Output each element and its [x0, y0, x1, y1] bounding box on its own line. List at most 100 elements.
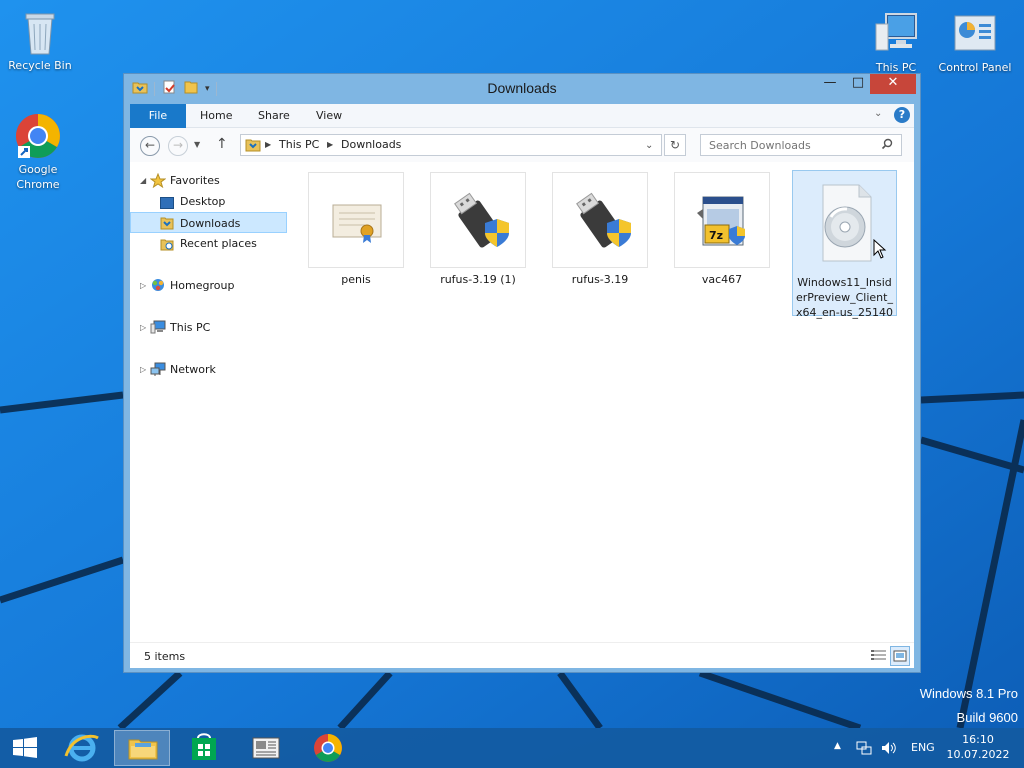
nav-homegroup-label: Homegroup — [170, 279, 235, 292]
7zip-installer-icon: 7z — [674, 172, 770, 268]
close-button[interactable]: ✕ — [870, 74, 916, 94]
file-name: vac467 — [701, 273, 743, 286]
nav-this-pc-label: This PC — [170, 321, 211, 334]
news-taskbar-button[interactable] — [238, 730, 294, 766]
nav-network[interactable]: ▷ Network — [130, 359, 287, 380]
address-bar[interactable]: ▶ This PC ▶ Downloads ⌄ — [240, 134, 662, 156]
mouse-cursor-icon — [873, 238, 887, 262]
store-taskbar-button[interactable] — [176, 730, 232, 766]
up-button[interactable]: ↑ — [216, 136, 228, 152]
windows-build-watermark: Build 9600 — [956, 710, 1018, 725]
recycle-bin-icon — [16, 8, 64, 56]
tab-home[interactable]: Home — [188, 104, 244, 128]
tab-share[interactable]: Share — [246, 104, 302, 128]
expand-arrow-icon[interactable]: ▷ — [140, 359, 146, 380]
address-dropdown-icon[interactable]: ⌄ — [645, 140, 653, 151]
this-pc-icon — [150, 320, 166, 334]
breadcrumb-downloads[interactable]: Downloads — [341, 138, 401, 151]
search-icon[interactable] — [881, 138, 893, 153]
nav-desktop[interactable]: Desktop — [130, 191, 287, 212]
recent-places-icon — [160, 237, 174, 251]
chrome-icon — [314, 734, 342, 762]
file-name-line: x64_en-us_25140 — [796, 306, 893, 319]
homegroup-icon — [150, 278, 164, 291]
nav-favorites[interactable]: ◢ Favorites — [130, 170, 287, 191]
downloads-icon — [160, 216, 174, 230]
ribbon-tabs: File Home Share View ⌄ ? — [130, 104, 914, 128]
nav-downloads[interactable]: Downloads — [130, 212, 287, 233]
windows-version-watermark: Windows 8.1 Pro — [919, 686, 1018, 701]
file-explorer-icon — [128, 739, 158, 760]
nav-desktop-label: Desktop — [180, 195, 226, 208]
nav-favorites-label: Favorites — [170, 174, 220, 187]
expand-arrow-icon[interactable]: ▷ — [140, 275, 146, 296]
control-panel-label: Control Panel — [938, 61, 1012, 74]
show-hidden-icons-icon[interactable]: ▲ — [834, 741, 841, 768]
windows-logo-icon — [13, 737, 37, 758]
volume-tray-icon[interactable] — [880, 740, 898, 768]
svg-text:7z: 7z — [709, 229, 723, 242]
status-bar: 5 items — [130, 642, 914, 668]
item-count: 5 items — [144, 650, 186, 663]
internet-explorer-taskbar-button[interactable] — [54, 730, 110, 766]
details-view-icon[interactable] — [870, 648, 888, 664]
ribbon-expand-icon[interactable]: ⌄ — [874, 108, 882, 119]
clock-time: 16:10 — [962, 733, 994, 746]
search-box[interactable] — [700, 134, 902, 156]
refresh-button[interactable]: ↻ — [664, 134, 686, 156]
title-bar[interactable]: ▾ Downloads — □ ✕ — [124, 74, 920, 102]
file-explorer-taskbar-button[interactable] — [114, 730, 170, 766]
file-item[interactable]: rufus-3.19 (1) — [430, 172, 526, 287]
recycle-bin-desktop-icon[interactable]: Recycle Bin — [0, 8, 80, 73]
file-item[interactable]: rufus-3.19 — [552, 172, 648, 287]
network-tray-icon[interactable] — [856, 740, 872, 768]
start-button[interactable] — [0, 730, 50, 766]
this-pc-desktop-icon[interactable]: This PC — [856, 10, 936, 75]
minimize-button[interactable]: — — [816, 74, 844, 94]
file-name: Windows11_Insid erPreview_Client_ x64_en… — [793, 275, 896, 320]
recent-locations-icon[interactable]: ▼ — [194, 140, 200, 149]
clock-date: 10.07.2022 — [946, 748, 1010, 761]
file-item[interactable]: 7z vac467 — [674, 172, 770, 287]
navigation-bar: ← → ▼ ↑ ▶ This PC ▶ Downloads ⌄ ↻ — [130, 128, 914, 162]
google-chrome-desktop-icon[interactable]: Google Chrome — [0, 112, 78, 192]
nav-homegroup[interactable]: ▷ Homegroup — [130, 275, 287, 296]
network-icon — [150, 362, 166, 376]
internet-explorer-icon — [64, 734, 99, 762]
file-item[interactable]: penis — [308, 172, 404, 287]
large-icons-view-icon[interactable] — [890, 646, 910, 666]
breadcrumb-sep-icon: ▶ — [265, 140, 272, 149]
maximize-button[interactable]: □ — [844, 74, 872, 94]
news-reader-icon — [252, 737, 280, 759]
file-list: penis rufus-3.19 (1) rufus-3.19 7z vac46… — [306, 162, 906, 642]
back-button[interactable]: ← — [140, 136, 160, 156]
chrome-icon — [14, 112, 62, 160]
help-icon[interactable]: ? — [894, 107, 910, 123]
search-input[interactable] — [709, 135, 879, 155]
content-area: ◢ Favorites Desktop Downloads Recent pla… — [130, 162, 914, 642]
star-icon — [149, 172, 167, 189]
desktop-icon — [160, 195, 174, 209]
tab-file[interactable]: File — [130, 104, 186, 128]
nav-recent-places[interactable]: Recent places — [130, 233, 287, 254]
certificate-icon — [308, 172, 404, 268]
expand-arrow-icon[interactable]: ◢ — [140, 170, 146, 191]
tab-view[interactable]: View — [304, 104, 354, 128]
breadcrumb-this-pc[interactable]: This PC — [279, 138, 319, 151]
clock[interactable]: 16:10 10.07.2022 — [946, 732, 1010, 768]
forward-button[interactable]: → — [168, 136, 188, 156]
breadcrumb-sep-icon-2: ▶ — [327, 140, 334, 149]
chrome-taskbar-button[interactable] — [300, 730, 356, 766]
downloads-folder-icon — [245, 138, 261, 155]
file-name-line: erPreview_Client_ — [796, 291, 893, 304]
taskbar: ▲ ENG 16:10 10.07.2022 — [0, 728, 1024, 768]
navigation-pane: ◢ Favorites Desktop Downloads Recent pla… — [130, 162, 294, 642]
nav-downloads-label: Downloads — [180, 217, 241, 230]
language-indicator[interactable]: ENG — [911, 741, 935, 768]
google-chrome-label: Google Chrome — [16, 163, 60, 191]
windows-store-icon — [192, 733, 216, 760]
nav-this-pc[interactable]: ▷ This PC — [130, 317, 287, 338]
expand-arrow-icon[interactable]: ▷ — [140, 317, 146, 338]
control-panel-desktop-icon[interactable]: Control Panel — [935, 10, 1015, 75]
control-panel-icon — [951, 10, 999, 58]
